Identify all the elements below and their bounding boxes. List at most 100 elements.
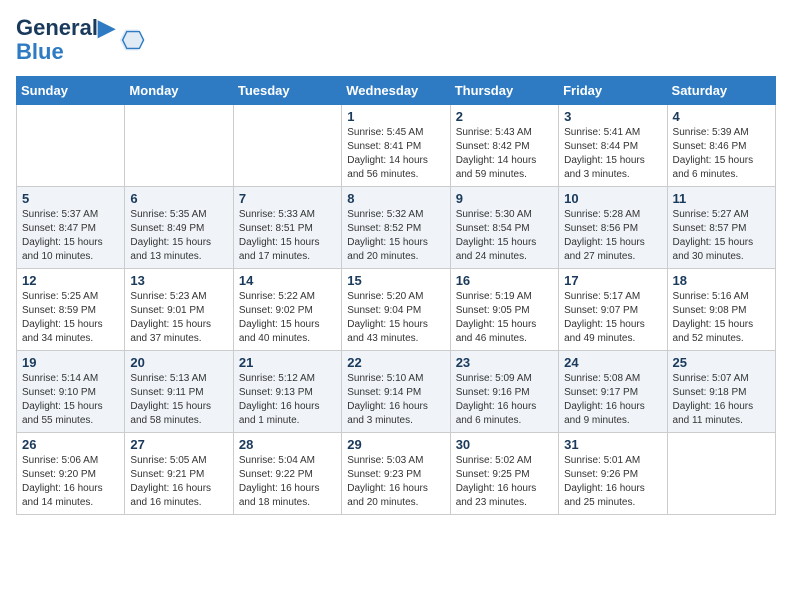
day-number: 16 [456,273,553,288]
day-info: Sunrise: 5:06 AM Sunset: 9:20 PM Dayligh… [22,454,119,510]
header-row: SundayMondayTuesdayWednesdayThursdayFrid… [17,77,776,105]
calendar-cell: 26 Sunrise: 5:06 AM Sunset: 9:20 PM Dayli… [17,433,125,515]
calendar-cell: 9 Sunrise: 5:30 AM Sunset: 8:54 PM Daylig… [450,187,558,269]
day-number: 22 [347,355,444,370]
column-header-monday: Monday [125,77,233,105]
calendar-cell: 15Sunrise: 5:20 AM Sunset: 9:04 PM Dayli… [342,269,450,351]
day-number: 31 [564,437,661,452]
column-header-thursday: Thursday [450,77,558,105]
week-row-2: 5 Sunrise: 5:37 AM Sunset: 8:47 PM Daylig… [17,187,776,269]
day-number: 4 [673,109,770,124]
day-number: 3 [564,109,661,124]
calendar-cell: 6Sunrise: 5:35 AM Sunset: 8:49 PM Daylig… [125,187,233,269]
day-number: 24 [564,355,661,370]
calendar-cell [125,105,233,187]
day-info: Sunrise: 5:02 AM Sunset: 9:25 PM Dayligh… [456,454,553,510]
day-number: 2 [456,109,553,124]
day-info: Sunrise: 5:35 AM Sunset: 8:49 PM Dayligh… [130,208,227,264]
calendar-cell: 24 Sunrise: 5:08 AM Sunset: 9:17 PM Dayli… [559,351,667,433]
day-number: 25 [673,355,770,370]
calendar-cell: 25 Sunrise: 5:07 AM Sunset: 9:18 PM Dayli… [667,351,775,433]
calendar-cell: 22 Sunrise: 5:10 AM Sunset: 9:14 PM Dayli… [342,351,450,433]
calendar-cell: 11 Sunrise: 5:27 AM Sunset: 8:57 PM Dayli… [667,187,775,269]
day-info: Sunrise: 5:10 AM Sunset: 9:14 PM Dayligh… [347,372,444,428]
day-info: Sunrise: 5:09 AM Sunset: 9:16 PM Dayligh… [456,372,553,428]
calendar-cell: 4 Sunrise: 5:39 AM Sunset: 8:46 PM Daylig… [667,105,775,187]
day-number: 30 [456,437,553,452]
day-number: 9 [456,191,553,206]
day-number: 13 [130,273,227,288]
day-number: 10 [564,191,661,206]
column-header-wednesday: Wednesday [342,77,450,105]
day-info: Sunrise: 5:01 AM Sunset: 9:26 PM Dayligh… [564,454,661,510]
day-info: Sunrise: 5:07 AM Sunset: 9:18 PM Dayligh… [673,372,770,428]
day-info: Sunrise: 5:03 AM Sunset: 9:23 PM Dayligh… [347,454,444,510]
day-info: Sunrise: 5:23 AM Sunset: 9:01 PM Dayligh… [130,290,227,346]
day-number: 19 [22,355,119,370]
calendar-cell: 29 Sunrise: 5:03 AM Sunset: 9:23 PM Dayli… [342,433,450,515]
day-info: Sunrise: 5:08 AM Sunset: 9:17 PM Dayligh… [564,372,661,428]
calendar-cell: 12 Sunrise: 5:25 AM Sunset: 8:59 PM Dayli… [17,269,125,351]
calendar-cell: 28 Sunrise: 5:04 AM Sunset: 9:22 PM Dayli… [233,433,341,515]
day-info: Sunrise: 5:37 AM Sunset: 8:47 PM Dayligh… [22,208,119,264]
column-header-saturday: Saturday [667,77,775,105]
day-number: 8 [347,191,444,206]
calendar-cell: 19 Sunrise: 5:14 AM Sunset: 9:10 PM Dayli… [17,351,125,433]
calendar-cell: 14 Sunrise: 5:22 AM Sunset: 9:02 PM Dayli… [233,269,341,351]
calendar-cell: 3 Sunrise: 5:41 AM Sunset: 8:44 PM Daylig… [559,105,667,187]
logo: General▶ Blue [16,16,145,64]
calendar-cell: 13 Sunrise: 5:23 AM Sunset: 9:01 PM Dayli… [125,269,233,351]
calendar-cell: 27Sunrise: 5:05 AM Sunset: 9:21 PM Dayli… [125,433,233,515]
column-header-tuesday: Tuesday [233,77,341,105]
day-number: 26 [22,437,119,452]
week-row-1: 1 Sunrise: 5:45 AM Sunset: 8:41 PM Daylig… [17,105,776,187]
day-info: Sunrise: 5:28 AM Sunset: 8:56 PM Dayligh… [564,208,661,264]
calendar-cell: 23 Sunrise: 5:09 AM Sunset: 9:16 PM Dayli… [450,351,558,433]
day-info: Sunrise: 5:32 AM Sunset: 8:52 PM Dayligh… [347,208,444,264]
calendar-cell: 16Sunrise: 5:19 AM Sunset: 9:05 PM Dayli… [450,269,558,351]
logo-text: General▶ Blue [16,16,115,64]
calendar-cell: 17Sunrise: 5:17 AM Sunset: 9:07 PM Dayli… [559,269,667,351]
day-number: 18 [673,273,770,288]
calendar-cell: 8 Sunrise: 5:32 AM Sunset: 8:52 PM Daylig… [342,187,450,269]
day-info: Sunrise: 5:13 AM Sunset: 9:11 PM Dayligh… [130,372,227,428]
calendar-cell [17,105,125,187]
day-number: 11 [673,191,770,206]
day-info: Sunrise: 5:16 AM Sunset: 9:08 PM Dayligh… [673,290,770,346]
day-number: 5 [22,191,119,206]
day-info: Sunrise: 5:14 AM Sunset: 9:10 PM Dayligh… [22,372,119,428]
day-info: Sunrise: 5:39 AM Sunset: 8:46 PM Dayligh… [673,126,770,182]
column-header-sunday: Sunday [17,77,125,105]
calendar-cell [667,433,775,515]
day-number: 1 [347,109,444,124]
calendar-cell [233,105,341,187]
calendar-table: SundayMondayTuesdayWednesdayThursdayFrid… [16,76,776,515]
day-info: Sunrise: 5:43 AM Sunset: 8:42 PM Dayligh… [456,126,553,182]
day-info: Sunrise: 5:17 AM Sunset: 9:07 PM Dayligh… [564,290,661,346]
day-info: Sunrise: 5:20 AM Sunset: 9:04 PM Dayligh… [347,290,444,346]
day-info: Sunrise: 5:27 AM Sunset: 8:57 PM Dayligh… [673,208,770,264]
day-number: 23 [456,355,553,370]
calendar-cell: 18 Sunrise: 5:16 AM Sunset: 9:08 PM Dayli… [667,269,775,351]
day-info: Sunrise: 5:45 AM Sunset: 8:41 PM Dayligh… [347,126,444,182]
day-info: Sunrise: 5:41 AM Sunset: 8:44 PM Dayligh… [564,126,661,182]
day-number: 28 [239,437,336,452]
day-number: 27 [130,437,227,452]
day-number: 12 [22,273,119,288]
week-row-3: 12 Sunrise: 5:25 AM Sunset: 8:59 PM Dayli… [17,269,776,351]
day-info: Sunrise: 5:33 AM Sunset: 8:51 PM Dayligh… [239,208,336,264]
calendar-cell: 10 Sunrise: 5:28 AM Sunset: 8:56 PM Dayli… [559,187,667,269]
calendar-cell: 31 Sunrise: 5:01 AM Sunset: 9:26 PM Dayli… [559,433,667,515]
calendar-cell: 21Sunrise: 5:12 AM Sunset: 9:13 PM Dayli… [233,351,341,433]
week-row-4: 19 Sunrise: 5:14 AM Sunset: 9:10 PM Dayli… [17,351,776,433]
column-header-friday: Friday [559,77,667,105]
day-info: Sunrise: 5:04 AM Sunset: 9:22 PM Dayligh… [239,454,336,510]
calendar-cell: 5 Sunrise: 5:37 AM Sunset: 8:47 PM Daylig… [17,187,125,269]
day-info: Sunrise: 5:25 AM Sunset: 8:59 PM Dayligh… [22,290,119,346]
day-number: 14 [239,273,336,288]
logo-icon [117,26,145,54]
day-number: 29 [347,437,444,452]
day-info: Sunrise: 5:22 AM Sunset: 9:02 PM Dayligh… [239,290,336,346]
day-number: 20 [130,355,227,370]
day-info: Sunrise: 5:30 AM Sunset: 8:54 PM Dayligh… [456,208,553,264]
